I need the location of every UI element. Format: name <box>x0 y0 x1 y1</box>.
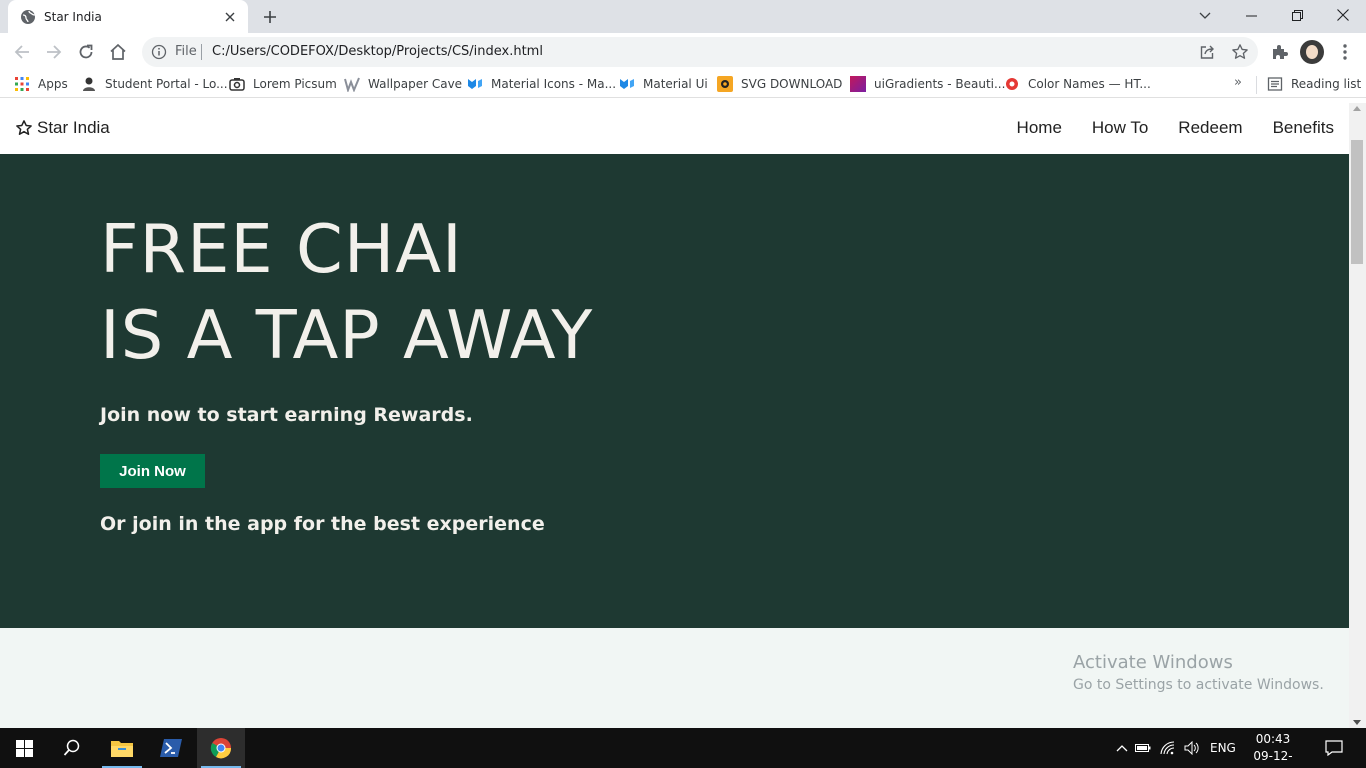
bookmark-star-icon[interactable] <box>1231 43 1249 61</box>
site-brand[interactable]: Star India <box>15 118 110 138</box>
nav-link-redeem[interactable]: Redeem <box>1178 118 1242 138</box>
hero-subtitle: Join now to start earning Rewards. <box>100 404 473 426</box>
scroll-thumb[interactable] <box>1351 140 1363 264</box>
reading-list-button[interactable]: Reading list <box>1267 76 1361 92</box>
reload-icon[interactable] <box>74 40 98 64</box>
info-icon[interactable] <box>151 44 167 60</box>
window-controls <box>1182 0 1366 30</box>
vertical-scrollbar[interactable] <box>1349 103 1366 728</box>
scheme-label: File <box>175 44 197 59</box>
clock-date: 09-12-2021 <box>1253 749 1293 768</box>
bookmark-label: Color Names — HT... <box>1028 77 1151 91</box>
extensions-puzzle-icon[interactable] <box>1270 42 1290 62</box>
new-tab-icon[interactable] <box>258 5 282 29</box>
hero-title-line-2: IS A TAP AWAY <box>100 296 594 374</box>
color-names-icon <box>1004 76 1020 92</box>
svg-download-icon <box>717 76 733 92</box>
bookmark-uigradients[interactable]: uiGradients - Beauti... <box>850 76 1005 92</box>
bookmark-label: SVG DOWNLOAD <box>741 77 843 91</box>
bookmark-label: Material Icons - Ma... <box>491 77 617 91</box>
hero-title: FREE CHAI IS A TAP AWAY <box>100 206 593 378</box>
watermark-line-2: Go to Settings to activate Windows. <box>1073 677 1324 693</box>
student-icon <box>81 76 97 92</box>
bookmark-color-names[interactable]: Color Names — HT... <box>1004 76 1151 92</box>
bookmark-wallpaper-cave[interactable]: Wallpaper Cave <box>344 76 463 94</box>
browser-toolbar: File C:/Users/CODEFOX/Desktop/Projects/C… <box>0 33 1366 71</box>
bookmark-apps[interactable]: Apps <box>14 76 68 92</box>
hero-app-text: Or join in the app for the best experien… <box>100 513 545 535</box>
bookmark-material-icons[interactable]: Material Icons - Ma... <box>467 76 616 92</box>
material-icon <box>467 76 483 92</box>
scroll-down-arrow-icon[interactable] <box>1353 720 1361 725</box>
bookmark-student-portal[interactable]: Student Portal - Lo... <box>81 76 228 92</box>
taskbar-clock[interactable]: 00:43 09-12-2021 <box>1240 731 1306 768</box>
uigradients-icon <box>850 76 866 92</box>
page-viewport: Star India Home How To Redeem Benefits F… <box>0 103 1349 728</box>
join-now-button[interactable]: Join Now <box>100 454 205 488</box>
share-icon[interactable] <box>1199 44 1215 60</box>
home-icon[interactable] <box>106 40 130 64</box>
watermark-line-1: Activate Windows <box>1073 652 1233 673</box>
language-indicator[interactable]: ENG <box>1210 741 1236 755</box>
site-nav-links: Home How To Redeem Benefits <box>1017 118 1334 138</box>
close-window-icon[interactable] <box>1320 0 1366 30</box>
battery-icon[interactable] <box>1130 743 1156 753</box>
bookmarks-overflow-chevron[interactable]: » <box>1234 75 1242 90</box>
show-hidden-icons-chevron-icon[interactable] <box>1114 744 1130 752</box>
back-arrow-icon[interactable] <box>10 40 34 64</box>
nav-link-how-to[interactable]: How To <box>1092 118 1148 138</box>
camera-icon <box>229 76 245 92</box>
bookmarks-divider <box>1256 76 1257 94</box>
search-icon[interactable] <box>48 728 96 768</box>
system-tray: ENG <box>1114 728 1236 768</box>
wallpaper-cave-icon <box>344 76 360 94</box>
bookmark-svg-download[interactable]: SVG DOWNLOAD <box>717 76 842 92</box>
bookmark-lorem-picsum[interactable]: Lorem Picsum <box>229 76 337 92</box>
notification-center-icon[interactable] <box>1310 728 1358 768</box>
site-navbar: Star India Home How To Redeem Benefits <box>0 103 1349 154</box>
chrome-icon[interactable] <box>197 728 245 768</box>
hero-title-line-1: FREE CHAI <box>100 210 463 288</box>
globe-icon <box>20 9 36 25</box>
url-text[interactable]: C:/Users/CODEFOX/Desktop/Projects/CS/ind… <box>212 44 543 59</box>
bookmark-label: Wallpaper Cave <box>368 77 463 91</box>
address-bar[interactable]: File C:/Users/CODEFOX/Desktop/Projects/C… <box>142 37 1258 67</box>
brand-name: Star India <box>37 118 110 137</box>
tab-strip: Star India <box>0 0 1366 33</box>
hero-section: FREE CHAI IS A TAP AWAY Join now to star… <box>0 154 1349 628</box>
forward-arrow-icon[interactable] <box>42 40 66 64</box>
browser-tab[interactable]: Star India <box>8 0 248 33</box>
bookmark-label: Material Ui <box>643 77 708 91</box>
bookmark-label: Apps <box>38 77 68 91</box>
profile-avatar[interactable] <box>1300 40 1324 64</box>
reading-list-label: Reading list <box>1291 77 1362 91</box>
activate-windows-watermark: Activate Windows Go to Settings to activ… <box>1073 652 1324 693</box>
nav-link-home[interactable]: Home <box>1017 118 1062 138</box>
clock-time: 00:43 <box>1255 732 1291 746</box>
apps-grid-icon <box>14 76 30 92</box>
bookmark-label: Student Portal - Lo... <box>105 77 228 91</box>
bookmark-label: uiGradients - Beauti... <box>874 77 1006 91</box>
bookmarks-bar: Apps Student Portal - Lo... Lorem Picsum… <box>0 71 1366 98</box>
material-ui-icon <box>619 76 635 92</box>
reading-list-icon <box>1267 76 1283 92</box>
volume-icon[interactable] <box>1180 741 1204 755</box>
wifi-icon[interactable] <box>1156 741 1180 755</box>
nav-link-benefits[interactable]: Benefits <box>1273 118 1334 138</box>
powershell-icon[interactable] <box>147 728 195 768</box>
windows-start-icon[interactable] <box>0 728 48 768</box>
bookmark-material-ui[interactable]: Material Ui <box>619 76 708 92</box>
windows-taskbar: ENG 00:43 09-12-2021 <box>0 728 1366 768</box>
kebab-menu-icon[interactable] <box>1335 42 1355 62</box>
minimize-icon[interactable] <box>1228 0 1274 30</box>
restore-icon[interactable] <box>1274 0 1320 30</box>
close-tab-icon[interactable] <box>222 9 238 25</box>
tab-title: Star India <box>44 9 102 24</box>
bookmark-label: Lorem Picsum <box>253 77 337 91</box>
tab-search-icon[interactable] <box>1182 0 1228 30</box>
file-explorer-icon[interactable] <box>98 728 146 768</box>
star-outline-icon <box>15 119 33 137</box>
address-divider <box>201 44 202 60</box>
scroll-up-arrow-icon[interactable] <box>1353 106 1361 111</box>
